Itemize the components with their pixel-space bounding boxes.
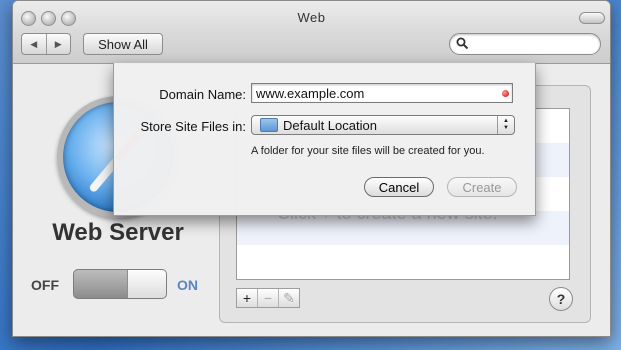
web-server-toggle[interactable] (73, 269, 167, 299)
store-location-popup[interactable]: Default Location ▲ ▼ (251, 115, 515, 135)
pencil-icon: ✎ (283, 289, 295, 306)
toggle-off-label: OFF (31, 277, 59, 293)
create-button[interactable]: Create (447, 177, 517, 197)
folder-note: A folder for your site files will be cre… (251, 145, 485, 157)
edit-site-button[interactable]: ✎ (278, 289, 299, 307)
store-location-value: Default Location (283, 117, 377, 133)
add-site-button[interactable]: + (237, 289, 257, 307)
show-all-button[interactable]: Show All (83, 33, 163, 55)
cancel-button[interactable]: Cancel (364, 177, 434, 197)
titlebar: Web ◀ ▶ Show All (13, 1, 610, 64)
back-button[interactable]: ◀ (22, 34, 46, 54)
help-icon: ? (556, 291, 566, 307)
search-icon (456, 37, 469, 50)
help-button[interactable]: ? (549, 287, 573, 311)
toggle-knob[interactable] (127, 270, 166, 298)
list-button-bar: + − ✎ (236, 288, 300, 308)
new-site-sheet: Domain Name: Store Site Files in: Defaul… (113, 63, 536, 216)
remove-site-button[interactable]: − (257, 289, 278, 307)
list-row (237, 245, 569, 279)
window-title: Web (297, 10, 326, 25)
folder-icon (260, 118, 278, 132)
pane-title: Web Server (52, 219, 184, 246)
error-dot-icon (502, 90, 509, 97)
domain-name-label: Domain Name: (159, 87, 246, 102)
domain-name-field[interactable] (251, 83, 513, 103)
toggle-on-label: ON (177, 277, 198, 293)
search-field[interactable] (449, 33, 601, 55)
window: Web ◀ ▶ Show All Web Server OFF ON Click… (12, 0, 611, 337)
toolbar-toggle-button[interactable] (579, 12, 605, 24)
popup-arrows-icon: ▲ ▼ (497, 116, 514, 134)
forward-button[interactable]: ▶ (45, 34, 71, 54)
nav-group: ◀ ▶ (21, 33, 71, 55)
store-files-label: Store Site Files in: (140, 119, 247, 134)
